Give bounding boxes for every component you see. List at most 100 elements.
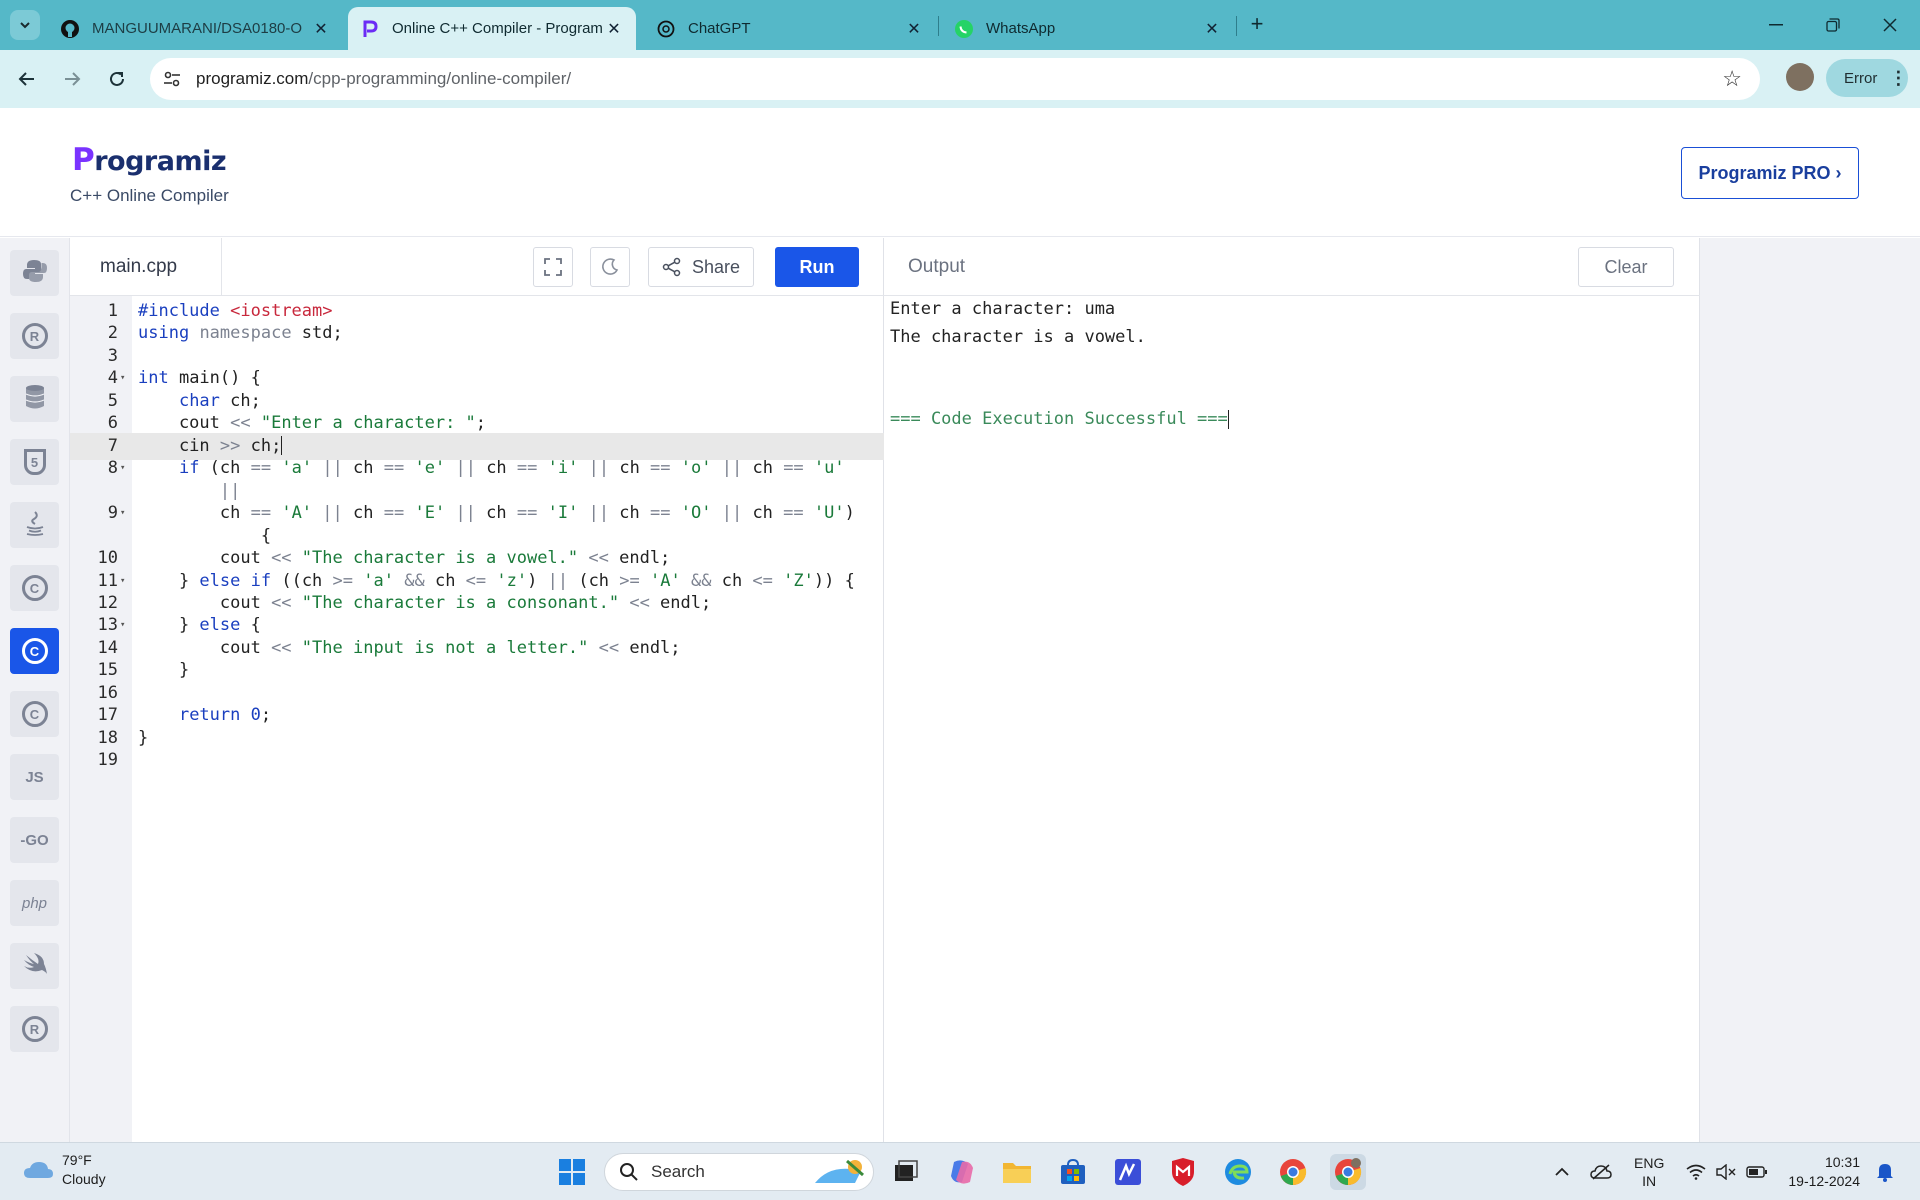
github-icon [60, 19, 80, 39]
text-cursor [281, 436, 283, 456]
tab-search-button[interactable] [10, 10, 40, 40]
taskbar-search[interactable]: Search [604, 1153, 874, 1191]
battery-icon[interactable] [1746, 1143, 1768, 1200]
code-editor-pane: main.cpp Share Run 1 #include <iostream> 2… [70, 238, 884, 1142]
forward-button[interactable] [57, 64, 87, 94]
windows-taskbar: 79°F Cloudy Search ENG IN 10:31 19-12-20… [0, 1142, 1920, 1200]
clock-time: 10:31 [1824, 1154, 1860, 1170]
profile-error-button[interactable]: Error ⋮ [1826, 59, 1908, 97]
tab-title: Online C++ Compiler - Program [392, 20, 603, 37]
copilot-icon[interactable] [944, 1154, 980, 1190]
notifications-bell-icon[interactable] [1876, 1143, 1894, 1200]
windows-logo-icon [559, 1159, 585, 1185]
profile-error-label: Error [1844, 69, 1878, 87]
code-area[interactable]: 1 #include <iostream> 2 using namespace std… [70, 296, 884, 1142]
language-cpp-button[interactable]: C [10, 628, 59, 674]
language-code: ENG [1634, 1155, 1665, 1171]
close-tab-icon[interactable]: ✕ [604, 19, 624, 39]
url-host: programiz.com [196, 69, 309, 88]
tab-title: WhatsApp [986, 20, 1056, 37]
forward-arrow-icon [65, 72, 81, 86]
editor-toolbar: main.cpp Share Run [70, 238, 884, 296]
tab-online-compiler[interactable]: Online C++ Compiler - Program ✕ [348, 7, 636, 50]
new-tab-button[interactable]: + [1244, 12, 1270, 38]
profile-avatar[interactable] [1786, 63, 1814, 91]
input-language-indicator[interactable]: ENG IN [1634, 1143, 1664, 1200]
edge-icon[interactable] [1220, 1154, 1256, 1190]
cpp-icon: C [21, 638, 48, 664]
bookmark-star-icon[interactable]: ☆ [1722, 66, 1742, 92]
clear-button[interactable]: Clear [1578, 247, 1674, 287]
java-icon [24, 510, 46, 540]
temperature: 79°F [62, 1152, 92, 1168]
language-go-button[interactable]: -GO [10, 817, 59, 863]
moon-icon [602, 258, 619, 275]
wifi-icon[interactable] [1686, 1143, 1706, 1200]
html-icon: 5 [23, 449, 46, 475]
swift-icon [22, 952, 48, 980]
chrome-icon[interactable] [1275, 1154, 1311, 1190]
language-html-button[interactable]: 5 [10, 439, 59, 485]
js-icon: JS [25, 768, 44, 786]
share-label: Share [691, 256, 741, 277]
tab-chatgpt[interactable]: ChatGPT ✕ [644, 7, 936, 50]
tab-whatsapp[interactable]: WhatsApp ✕ [942, 7, 1234, 50]
task-view-icon[interactable] [888, 1154, 924, 1190]
page-header: Programiz C++ Online Compiler Programiz … [0, 108, 1920, 237]
system-clock[interactable]: 10:31 19-12-2024 [1784, 1153, 1860, 1191]
close-window-button[interactable] [1870, 10, 1910, 40]
minimize-button[interactable] [1756, 10, 1796, 40]
show-hidden-icons-button[interactable] [1554, 1143, 1570, 1200]
site-settings-icon[interactable] [162, 69, 182, 89]
code-line[interactable]: 19 [70, 747, 884, 775]
back-button[interactable] [12, 64, 42, 94]
sql-icon [24, 384, 46, 414]
python-icon [22, 258, 48, 288]
chrome-profile-icon[interactable] [1330, 1154, 1366, 1190]
share-button[interactable]: Share [648, 247, 754, 287]
reload-button[interactable] [102, 64, 132, 94]
language-js-button[interactable]: JS [10, 754, 59, 800]
language-c-button[interactable]: C [10, 565, 59, 611]
weather-widget[interactable]: 79°F Cloudy [22, 1151, 106, 1189]
programiz-pro-button[interactable]: Programiz PRO › [1681, 147, 1859, 199]
search-label: Search [651, 1162, 705, 1181]
file-tab-main-cpp[interactable]: main.cpp [70, 238, 222, 296]
close-tab-icon[interactable]: ✕ [1202, 19, 1222, 39]
fullscreen-icon [544, 258, 562, 276]
whatsapp-icon [954, 19, 974, 39]
chatgpt-icon [656, 19, 676, 39]
language-sql-button[interactable] [10, 376, 59, 422]
language-rust-button[interactable]: R [10, 1006, 59, 1052]
run-button[interactable]: Run [775, 247, 859, 287]
language-sidebar: R 5 C C C JS -GO php R [0, 238, 70, 1142]
search-icon [620, 1163, 638, 1181]
close-tab-icon[interactable]: ✕ [904, 19, 924, 39]
tab-separator [1236, 16, 1237, 36]
logo-initial: P [72, 142, 95, 178]
file-explorer-icon[interactable] [999, 1154, 1035, 1190]
mcafee-icon[interactable] [1165, 1154, 1201, 1190]
dark-mode-button[interactable] [590, 247, 630, 287]
language-swift-button[interactable] [10, 943, 59, 989]
start-button[interactable] [554, 1154, 590, 1190]
logo-text: rogramiz [94, 146, 227, 177]
browser-toolbar: programiz.com/cpp-programming/online-com… [0, 50, 1920, 108]
language-python-button[interactable] [10, 250, 59, 296]
programiz-logo[interactable]: Programiz [72, 142, 227, 178]
app-icon[interactable] [1110, 1154, 1146, 1190]
output-console[interactable]: Enter a character: uma The character is a… [890, 296, 1229, 434]
microsoft-store-icon[interactable] [1055, 1154, 1091, 1190]
fullscreen-button[interactable] [533, 247, 573, 287]
volume-muted-icon[interactable] [1716, 1143, 1736, 1200]
restore-button[interactable] [1813, 10, 1853, 40]
language-csharp-button[interactable]: C [10, 691, 59, 737]
address-bar[interactable]: programiz.com/cpp-programming/online-com… [150, 58, 1760, 100]
close-tab-icon[interactable]: ✕ [311, 19, 331, 39]
language-r-button[interactable]: R [10, 313, 59, 359]
language-java-button[interactable] [10, 502, 59, 548]
tab-github[interactable]: MANGUUMARANI/DSA0180-O ✕ [48, 7, 343, 50]
language-php-button[interactable]: php [10, 880, 59, 926]
region-code: IN [1642, 1173, 1657, 1189]
onedrive-icon[interactable] [1590, 1143, 1612, 1200]
